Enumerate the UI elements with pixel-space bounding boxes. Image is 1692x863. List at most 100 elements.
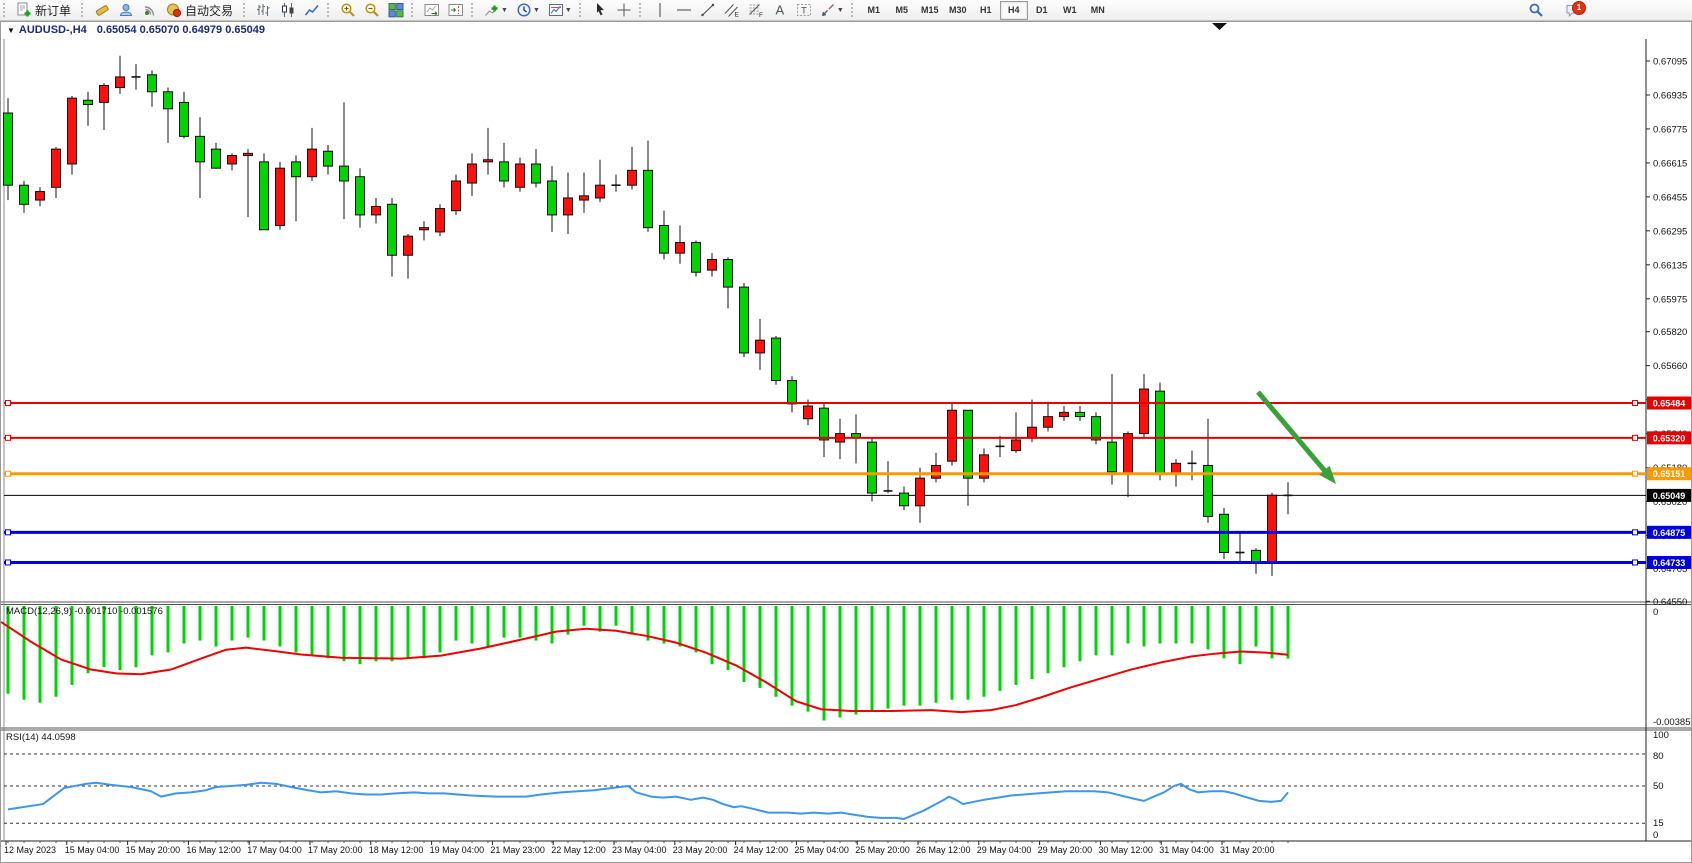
label-icon: T <box>796 2 812 18</box>
line-handle[interactable] <box>1633 471 1638 476</box>
chart-canvas[interactable]: 0.670950.669350.667750.666150.664550.662… <box>1 22 1691 862</box>
label-button[interactable]: T <box>793 0 815 20</box>
candle-body <box>692 243 701 273</box>
autotrade-button[interactable]: 自动交易 <box>163 0 239 20</box>
trendline-icon <box>700 2 716 18</box>
timeframe-button-m15[interactable]: M15 <box>916 1 944 20</box>
svg-text:23 May 20:00: 23 May 20:00 <box>673 845 728 855</box>
bar-chart-button[interactable] <box>253 0 275 20</box>
svg-text:0.66135: 0.66135 <box>1653 260 1687 271</box>
svg-text:100: 100 <box>1653 730 1669 741</box>
mql-button[interactable] <box>91 0 113 20</box>
shapes-button[interactable]: ▼ <box>817 0 847 20</box>
toolbar-group <box>420 0 468 20</box>
toolbar-grip <box>579 3 584 17</box>
text-button[interactable]: A <box>769 0 791 20</box>
vline-icon <box>652 2 668 18</box>
svg-text:0.66775: 0.66775 <box>1653 124 1687 135</box>
line-handle[interactable] <box>6 560 11 565</box>
svg-text:0.64733: 0.64733 <box>1653 558 1686 568</box>
svg-text:22 May 12:00: 22 May 12:00 <box>551 845 606 855</box>
main-toolbar: 新订单自动交易▼▼▼EFAT▼M1M5M15M30H1H4D1W1MN 1 <box>0 0 1692 21</box>
svg-text:17 May 04:00: 17 May 04:00 <box>247 845 302 855</box>
svg-text:0.64875: 0.64875 <box>1653 528 1686 538</box>
time-axis: 12 May 202315 May 04:0015 May 20:0016 Ma… <box>4 841 1288 855</box>
chart-window[interactable]: ▼AUDUSD-,H40.65054 0.65070 0.64979 0.650… <box>0 21 1692 863</box>
line-handle[interactable] <box>1633 530 1638 535</box>
add-indicator-button[interactable]: ▼ <box>481 0 511 20</box>
candle-body <box>596 185 605 198</box>
svg-text:26 May 12:00: 26 May 12:00 <box>916 845 971 855</box>
candle-body <box>900 493 909 506</box>
line-handle[interactable] <box>6 530 11 535</box>
candle-body <box>724 260 733 288</box>
trendline-button[interactable] <box>697 0 719 20</box>
signal-button[interactable] <box>139 0 161 20</box>
line-chart-button[interactable] <box>301 0 323 20</box>
tile-windows-button[interactable] <box>385 0 407 20</box>
line-handle[interactable] <box>1633 435 1638 440</box>
candle-body <box>388 204 397 255</box>
svg-text:15 May 20:00: 15 May 20:00 <box>126 845 181 855</box>
line-handle[interactable] <box>6 435 11 440</box>
zoom-out-button[interactable] <box>361 0 383 20</box>
period-clock-button[interactable]: ▼ <box>513 0 543 20</box>
candle-body <box>420 228 429 230</box>
candle-body <box>564 198 573 215</box>
timeframe-button-m30[interactable]: M30 <box>944 1 972 20</box>
line-handle[interactable] <box>1633 560 1638 565</box>
svg-text:A: A <box>775 3 784 18</box>
svg-text:-0.003853: -0.003853 <box>1653 717 1691 728</box>
line-handle[interactable] <box>6 471 11 476</box>
svg-text:25 May 04:00: 25 May 04:00 <box>794 845 849 855</box>
svg-text:E: E <box>734 12 739 19</box>
line-handle[interactable] <box>1633 401 1638 406</box>
toolbar-group <box>588 0 636 20</box>
svg-text:0: 0 <box>1653 830 1658 841</box>
candle-body <box>468 164 477 183</box>
hline-button[interactable] <box>673 0 695 20</box>
vline-button[interactable] <box>649 0 671 20</box>
cursor-button[interactable] <box>589 0 611 20</box>
period-clock-icon <box>516 2 532 18</box>
bar-chart-icon <box>256 2 272 18</box>
svg-text:24 May 12:00: 24 May 12:00 <box>734 845 789 855</box>
timeframe-button-m5[interactable]: M5 <box>888 1 916 20</box>
search-button[interactable] <box>1525 0 1547 20</box>
candlestick-button[interactable] <box>277 0 299 20</box>
svg-text:23 May 04:00: 23 May 04:00 <box>612 845 667 855</box>
macd-label: MACD(12,26,9) -0.001710 -0.001576 <box>6 606 163 617</box>
community-button[interactable] <box>115 0 137 20</box>
template-button[interactable]: ▼ <box>545 0 575 20</box>
candle-body <box>356 177 365 215</box>
channel-button[interactable]: E <box>721 0 743 20</box>
svg-text:15: 15 <box>1653 818 1664 829</box>
template-icon <box>548 2 564 18</box>
toolbar-grip <box>471 3 476 17</box>
crosshair-button[interactable] <box>613 0 635 20</box>
line-handle[interactable] <box>6 401 11 406</box>
svg-text:0.65484: 0.65484 <box>1653 399 1686 409</box>
timeframe-button-m1[interactable]: M1 <box>860 1 888 20</box>
fibonacci-button[interactable]: F <box>745 0 767 20</box>
timeframe-button-mn[interactable]: MN <box>1084 1 1112 20</box>
chart-shift-marker[interactable] <box>1212 23 1227 30</box>
candle-body <box>1140 389 1149 434</box>
timeframe-button-h1[interactable]: H1 <box>972 1 1000 20</box>
candle-body <box>1028 427 1037 438</box>
autoscroll-button[interactable] <box>421 0 443 20</box>
community-icon <box>118 2 134 18</box>
toolbar-button-label: 自动交易 <box>185 2 233 19</box>
timeframe-button-d1[interactable]: D1 <box>1028 1 1056 20</box>
chart-shift-button[interactable] <box>445 0 467 20</box>
toolbar-group <box>252 0 324 20</box>
candle-body <box>772 338 781 380</box>
candle-body <box>36 192 45 200</box>
new-order-button[interactable]: 新订单 <box>13 0 77 20</box>
zoom-in-button[interactable] <box>337 0 359 20</box>
svg-text:16 May 12:00: 16 May 12:00 <box>186 845 241 855</box>
timeframe-button-h4[interactable]: H4 <box>1000 1 1028 20</box>
timeframe-button-w1[interactable]: W1 <box>1056 1 1084 20</box>
candlestick-icon <box>280 2 296 18</box>
toolbar-groups: 新订单自动交易▼▼▼EFAT▼M1M5M15M30H1H4D1W1MN <box>0 0 1112 20</box>
